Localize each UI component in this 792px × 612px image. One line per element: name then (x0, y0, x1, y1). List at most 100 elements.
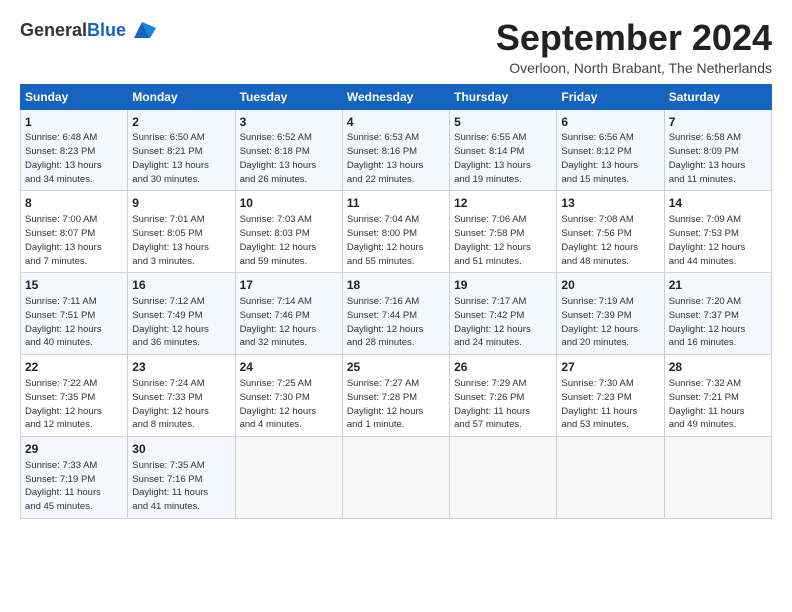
table-row: 6Sunrise: 6:56 AM Sunset: 8:12 PM Daylig… (557, 109, 664, 191)
day-number: 25 (347, 359, 445, 376)
day-info: Sunrise: 6:55 AM Sunset: 8:14 PM Dayligh… (454, 131, 552, 186)
day-info: Sunrise: 7:00 AM Sunset: 8:07 PM Dayligh… (25, 213, 123, 268)
table-row: 4Sunrise: 6:53 AM Sunset: 8:16 PM Daylig… (342, 109, 449, 191)
day-number: 22 (25, 359, 123, 376)
day-info: Sunrise: 7:12 AM Sunset: 7:49 PM Dayligh… (132, 295, 230, 350)
day-number: 20 (561, 277, 659, 294)
day-number: 24 (240, 359, 338, 376)
day-number: 30 (132, 441, 230, 458)
day-number: 11 (347, 195, 445, 212)
day-info: Sunrise: 7:06 AM Sunset: 7:58 PM Dayligh… (454, 213, 552, 268)
day-number: 13 (561, 195, 659, 212)
day-info: Sunrise: 7:29 AM Sunset: 7:26 PM Dayligh… (454, 377, 552, 432)
page-header: GeneralBlue September 2024 Overloon, Nor… (20, 18, 772, 76)
day-info: Sunrise: 7:33 AM Sunset: 7:19 PM Dayligh… (25, 459, 123, 514)
day-info: Sunrise: 7:01 AM Sunset: 8:05 PM Dayligh… (132, 213, 230, 268)
day-number: 3 (240, 114, 338, 131)
col-thursday: Thursday (450, 84, 557, 109)
table-row: 25Sunrise: 7:27 AM Sunset: 7:28 PM Dayli… (342, 355, 449, 437)
day-number: 14 (669, 195, 767, 212)
calendar-week-5: 29Sunrise: 7:33 AM Sunset: 7:19 PM Dayli… (21, 437, 772, 519)
day-number: 5 (454, 114, 552, 131)
day-number: 17 (240, 277, 338, 294)
day-info: Sunrise: 7:22 AM Sunset: 7:35 PM Dayligh… (25, 377, 123, 432)
table-row: 23Sunrise: 7:24 AM Sunset: 7:33 PM Dayli… (128, 355, 235, 437)
day-info: Sunrise: 7:14 AM Sunset: 7:46 PM Dayligh… (240, 295, 338, 350)
calendar-week-2: 8Sunrise: 7:00 AM Sunset: 8:07 PM Daylig… (21, 191, 772, 273)
table-row (664, 437, 771, 519)
col-saturday: Saturday (664, 84, 771, 109)
day-info: Sunrise: 6:58 AM Sunset: 8:09 PM Dayligh… (669, 131, 767, 186)
day-info: Sunrise: 7:17 AM Sunset: 7:42 PM Dayligh… (454, 295, 552, 350)
col-friday: Friday (557, 84, 664, 109)
day-info: Sunrise: 7:09 AM Sunset: 7:53 PM Dayligh… (669, 213, 767, 268)
day-info: Sunrise: 7:24 AM Sunset: 7:33 PM Dayligh… (132, 377, 230, 432)
day-number: 23 (132, 359, 230, 376)
table-row: 30Sunrise: 7:35 AM Sunset: 7:16 PM Dayli… (128, 437, 235, 519)
day-info: Sunrise: 7:25 AM Sunset: 7:30 PM Dayligh… (240, 377, 338, 432)
day-info: Sunrise: 7:30 AM Sunset: 7:23 PM Dayligh… (561, 377, 659, 432)
day-info: Sunrise: 7:35 AM Sunset: 7:16 PM Dayligh… (132, 459, 230, 514)
day-number: 1 (25, 114, 123, 131)
day-number: 8 (25, 195, 123, 212)
calendar-header-row: Sunday Monday Tuesday Wednesday Thursday… (21, 84, 772, 109)
day-number: 28 (669, 359, 767, 376)
calendar-table: Sunday Monday Tuesday Wednesday Thursday… (20, 84, 772, 519)
day-number: 26 (454, 359, 552, 376)
col-wednesday: Wednesday (342, 84, 449, 109)
day-number: 15 (25, 277, 123, 294)
day-info: Sunrise: 6:53 AM Sunset: 8:16 PM Dayligh… (347, 131, 445, 186)
day-number: 29 (25, 441, 123, 458)
logo: GeneralBlue (20, 18, 156, 44)
table-row: 11Sunrise: 7:04 AM Sunset: 8:00 PM Dayli… (342, 191, 449, 273)
table-row: 16Sunrise: 7:12 AM Sunset: 7:49 PM Dayli… (128, 273, 235, 355)
table-row: 13Sunrise: 7:08 AM Sunset: 7:56 PM Dayli… (557, 191, 664, 273)
day-number: 21 (669, 277, 767, 294)
title-block: September 2024 Overloon, North Brabant, … (496, 18, 772, 76)
day-info: Sunrise: 7:20 AM Sunset: 7:37 PM Dayligh… (669, 295, 767, 350)
day-number: 2 (132, 114, 230, 131)
calendar-week-3: 15Sunrise: 7:11 AM Sunset: 7:51 PM Dayli… (21, 273, 772, 355)
table-row: 5Sunrise: 6:55 AM Sunset: 8:14 PM Daylig… (450, 109, 557, 191)
day-info: Sunrise: 6:48 AM Sunset: 8:23 PM Dayligh… (25, 131, 123, 186)
table-row (235, 437, 342, 519)
table-row: 21Sunrise: 7:20 AM Sunset: 7:37 PM Dayli… (664, 273, 771, 355)
day-info: Sunrise: 7:03 AM Sunset: 8:03 PM Dayligh… (240, 213, 338, 268)
table-row: 17Sunrise: 7:14 AM Sunset: 7:46 PM Dayli… (235, 273, 342, 355)
day-number: 19 (454, 277, 552, 294)
logo-icon (128, 18, 156, 44)
day-number: 6 (561, 114, 659, 131)
table-row: 27Sunrise: 7:30 AM Sunset: 7:23 PM Dayli… (557, 355, 664, 437)
day-info: Sunrise: 6:50 AM Sunset: 8:21 PM Dayligh… (132, 131, 230, 186)
day-number: 4 (347, 114, 445, 131)
logo-text: GeneralBlue (20, 21, 126, 41)
day-info: Sunrise: 6:56 AM Sunset: 8:12 PM Dayligh… (561, 131, 659, 186)
location-subtitle: Overloon, North Brabant, The Netherlands (496, 60, 772, 76)
col-monday: Monday (128, 84, 235, 109)
table-row: 29Sunrise: 7:33 AM Sunset: 7:19 PM Dayli… (21, 437, 128, 519)
table-row (557, 437, 664, 519)
day-number: 27 (561, 359, 659, 376)
day-number: 9 (132, 195, 230, 212)
calendar-week-1: 1Sunrise: 6:48 AM Sunset: 8:23 PM Daylig… (21, 109, 772, 191)
table-row: 14Sunrise: 7:09 AM Sunset: 7:53 PM Dayli… (664, 191, 771, 273)
day-number: 7 (669, 114, 767, 131)
table-row: 8Sunrise: 7:00 AM Sunset: 8:07 PM Daylig… (21, 191, 128, 273)
day-number: 18 (347, 277, 445, 294)
table-row: 20Sunrise: 7:19 AM Sunset: 7:39 PM Dayli… (557, 273, 664, 355)
col-tuesday: Tuesday (235, 84, 342, 109)
day-info: Sunrise: 7:32 AM Sunset: 7:21 PM Dayligh… (669, 377, 767, 432)
table-row (342, 437, 449, 519)
day-info: Sunrise: 7:16 AM Sunset: 7:44 PM Dayligh… (347, 295, 445, 350)
calendar-week-4: 22Sunrise: 7:22 AM Sunset: 7:35 PM Dayli… (21, 355, 772, 437)
day-info: Sunrise: 7:08 AM Sunset: 7:56 PM Dayligh… (561, 213, 659, 268)
table-row: 7Sunrise: 6:58 AM Sunset: 8:09 PM Daylig… (664, 109, 771, 191)
table-row: 18Sunrise: 7:16 AM Sunset: 7:44 PM Dayli… (342, 273, 449, 355)
day-number: 12 (454, 195, 552, 212)
table-row: 12Sunrise: 7:06 AM Sunset: 7:58 PM Dayli… (450, 191, 557, 273)
table-row: 10Sunrise: 7:03 AM Sunset: 8:03 PM Dayli… (235, 191, 342, 273)
month-title: September 2024 (496, 18, 772, 58)
table-row: 24Sunrise: 7:25 AM Sunset: 7:30 PM Dayli… (235, 355, 342, 437)
table-row: 9Sunrise: 7:01 AM Sunset: 8:05 PM Daylig… (128, 191, 235, 273)
day-info: Sunrise: 7:11 AM Sunset: 7:51 PM Dayligh… (25, 295, 123, 350)
